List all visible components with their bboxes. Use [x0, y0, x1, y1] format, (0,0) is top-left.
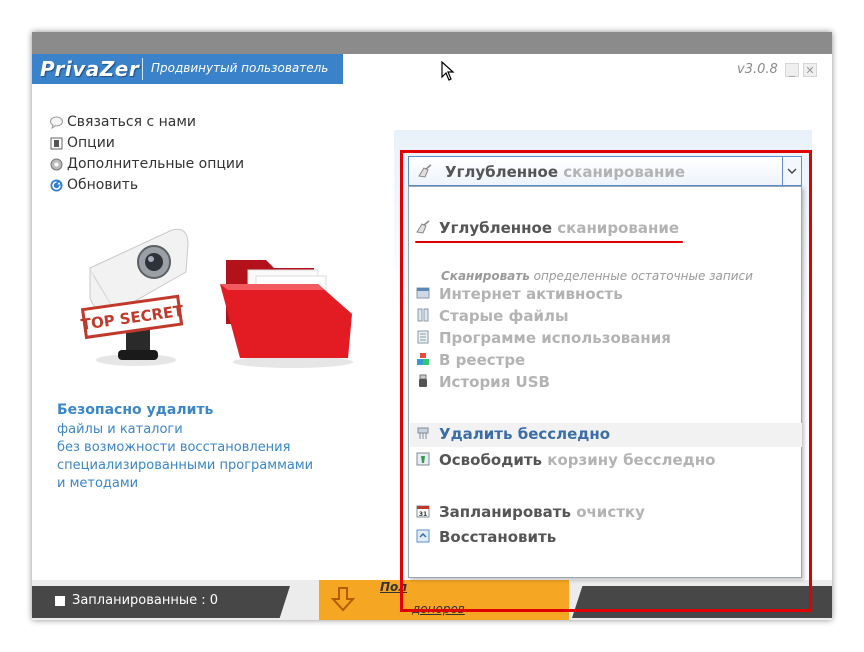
- download-arrow-icon: [329, 585, 357, 613]
- user-mode-label[interactable]: Продвинутый пользователь: [151, 61, 328, 75]
- menu-options[interactable]: Опции: [50, 135, 115, 151]
- scheduled-checkbox[interactable]: [55, 596, 65, 606]
- privazer-window: PrivaZer Продвинутый пользователь v3.0.8…: [32, 32, 832, 620]
- red-folder-image: [220, 260, 353, 368]
- menu-options-label: Опции: [67, 135, 115, 151]
- mouse-cursor-icon: [441, 61, 455, 81]
- version-label: v3.0.8: [737, 62, 778, 77]
- description-line: специализированными программами: [57, 458, 314, 473]
- description-heading: Безопасно удалить: [57, 402, 214, 418]
- app-logo: PrivaZer: [40, 57, 140, 81]
- description-line: файлы и каталоги: [57, 422, 183, 437]
- highlight-frame: [400, 150, 812, 612]
- menu-contact[interactable]: Связаться с нами: [50, 114, 196, 130]
- title-bar[interactable]: [32, 32, 832, 54]
- menu-update[interactable]: Обновить: [50, 177, 138, 193]
- speech-bubble-icon: [50, 116, 63, 129]
- refresh-icon: [50, 179, 63, 192]
- gear-icon: [50, 158, 63, 171]
- scheduled-label: Запланированные : 0: [72, 593, 219, 608]
- header-bar: PrivaZer Продвинутый пользователь: [32, 54, 343, 84]
- menu-advanced-options-label: Дополнительные опции: [67, 156, 245, 172]
- options-icon: [50, 137, 63, 150]
- minimize-button[interactable]: _: [785, 63, 799, 77]
- description-line: и методами: [57, 476, 139, 491]
- description-line: без возможности восстановления: [57, 440, 291, 455]
- menu-advanced-options[interactable]: Дополнительные опции: [50, 156, 244, 172]
- security-camera-image: TOP SECRET: [80, 228, 189, 366]
- menu-update-label: Обновить: [67, 177, 139, 193]
- menu-contact-label: Связаться с нами: [67, 114, 196, 130]
- logo-separator: [142, 58, 143, 80]
- close-button[interactable]: ✕: [803, 63, 817, 77]
